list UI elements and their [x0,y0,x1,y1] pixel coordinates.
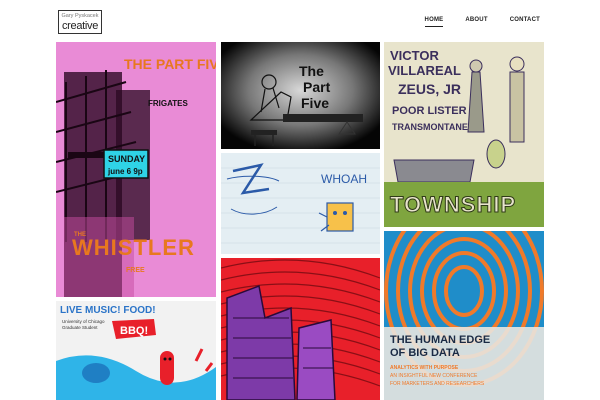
big-data-poster-art: THE HUMAN EDGE OF BIG DATA ANALYTICS WIT… [384,231,544,400]
sketch-exclamation: WHOAH [321,172,367,186]
poster-price: FREE [126,267,145,274]
sketch-word-five: Five [301,95,329,111]
portfolio-item-big-data-poster[interactable]: THE HUMAN EDGE OF BIG DATA ANALYTICS WIT… [384,231,544,400]
part-five-sketch-art: The Part Five [221,42,380,149]
township-poster-art: VICTOR VILLAREAL ZEUS, JR POOR LISTER TR… [384,42,544,227]
portfolio-item-city-poster[interactable] [221,258,380,400]
portfolio-item-township-poster[interactable]: VICTOR VILLAREAL ZEUS, JR POOR LISTER TR… [384,42,544,227]
bbq-headline: LIVE MUSIC! FOOD! [60,305,156,316]
part-five-poster-art: THE PART FIVE FRIGATES SUNDAY june 6 9p … [56,42,216,297]
big-data-subtitle-1: ANALYTICS WITH PURPOSE [390,365,459,371]
portfolio-item-bbq-poster[interactable]: LIVE MUSIC! FOOD! University of Chicago … [56,301,216,400]
portfolio-item-part-five-poster[interactable]: THE PART FIVE FRIGATES SUNDAY june 6 9p … [56,42,216,297]
big-data-title-line1: THE HUMAN EDGE [390,334,490,346]
poster-venue: WHISTLER [72,235,195,260]
poster-opening-band: FRIGATES [148,99,189,108]
poster-day: SUNDAY [108,154,145,164]
whoah-sketch-art: WHOAH [221,153,380,254]
nav-about[interactable]: ABOUT [465,17,487,27]
lineup-victor: VICTOR [390,48,439,63]
big-data-title-line2: OF BIG DATA [390,347,460,359]
logo-wordmark: creative [61,20,99,32]
poster-date: june 6 9p [107,167,143,176]
sketch-word-the: The [299,63,324,79]
city-poster-art [221,258,380,400]
poster-band-name: THE PART FIVE [124,56,216,72]
sketch-word-part: Part [303,79,331,95]
nav-home[interactable]: HOME [424,17,444,27]
big-data-subtitle-3: FOR MARKETERS AND RESEARCHERS [390,381,485,387]
logo-name: Gary Pyskacek [61,13,99,19]
lineup-transmontane: TRANSMONTANE [392,122,468,132]
portfolio-item-part-five-sketch[interactable]: The Part Five [221,42,380,149]
bbq-poster-art: LIVE MUSIC! FOOD! University of Chicago … [56,301,216,400]
nav-contact[interactable]: CONTACT [510,17,540,27]
portfolio-item-whoah-sketch[interactable]: WHOAH [221,153,380,254]
big-data-subtitle-2: AN INSIGHTFUL NEW CONFERENCE [390,373,478,379]
site-logo[interactable]: Gary Pyskacek creative [58,10,102,34]
main-nav: HOME ABOUT CONTACT [403,17,540,27]
lineup-poor-lister: POOR LISTER [392,105,467,117]
lineup-zeus: ZEUS, JR [398,81,461,97]
bbq-host-line1: University of Chicago [62,319,105,324]
township-title: TOWNSHIP [390,192,516,217]
bbq-title: BBQ! [120,325,148,337]
bbq-host-line2: Graduate Student [62,325,98,330]
lineup-villareal: VILLAREAL [388,63,461,78]
